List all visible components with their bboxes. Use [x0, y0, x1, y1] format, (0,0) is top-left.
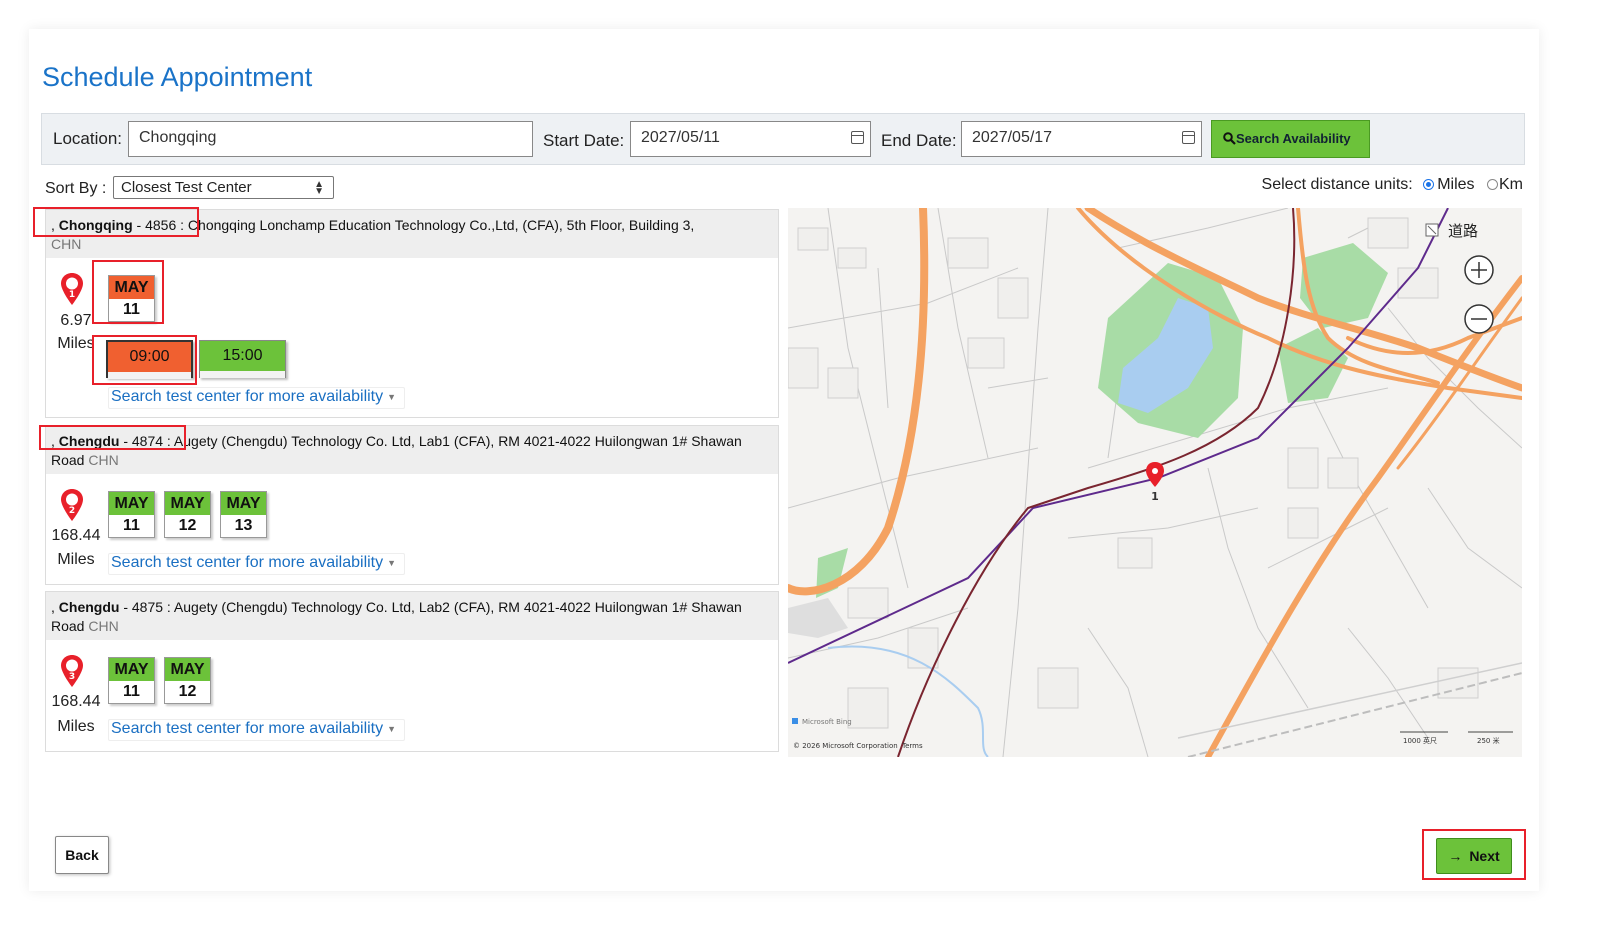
map-canvas[interactable]: 1 道路 Microsoft Bing © 2026 Microsoft Cor… — [788, 208, 1522, 757]
end-date-value: 2027/05/17 — [972, 129, 1053, 146]
zoom-in-icon[interactable] — [1464, 255, 1494, 285]
search-icon — [1223, 132, 1236, 145]
center-distance: 168.44 — [51, 527, 101, 544]
time-slot-0900[interactable]: 09:00 — [106, 340, 193, 379]
more-availability-link[interactable]: Search test center for more availability… — [108, 553, 406, 575]
svg-text:2: 2 — [69, 506, 75, 516]
start-date-input[interactable]: 2027/05/11 — [630, 121, 871, 157]
sort-label: Sort By : — [45, 180, 107, 197]
date-tile[interactable]: MAY 12 — [164, 657, 211, 704]
end-date-label: End Date: — [881, 131, 957, 150]
center-distance-unit: Miles — [57, 718, 95, 735]
map-terms-link[interactable]: Terms — [901, 742, 923, 750]
more-availability-link[interactable]: Search test center for more availability… — [108, 387, 406, 409]
map-pin-icon: 2 — [61, 489, 83, 521]
miles-radio[interactable] — [1423, 179, 1435, 191]
calendar-icon[interactable] — [1182, 131, 1195, 144]
map-pin-icon: 3 — [61, 655, 83, 687]
date-tile[interactable]: MAY 11 — [108, 491, 155, 538]
map-scale-feet: 1000 英尺 — [1403, 736, 1437, 745]
center-city: Chengdu — [58, 599, 120, 615]
svg-text:1: 1 — [69, 290, 75, 300]
page-title: Schedule Appointment — [42, 62, 313, 92]
map-scale-meters: 250 米 — [1477, 736, 1500, 745]
center-distance: 6.97 — [60, 312, 92, 329]
km-label[interactable]: Km — [1499, 176, 1523, 193]
zoom-out-icon[interactable] — [1464, 304, 1494, 334]
test-center-header: , Chongqing - 4856 : Chongqing Lonchamp … — [46, 210, 778, 258]
date-month: MAY — [109, 276, 154, 299]
test-center-header: , Chengdu - 4874 : Augety (Chengdu) Tech… — [46, 426, 778, 474]
start-date-value: 2027/05/11 — [641, 129, 720, 146]
center-city: Chengdu — [58, 433, 120, 449]
calendar-icon[interactable] — [851, 131, 864, 144]
back-button[interactable]: Back — [55, 836, 109, 874]
sort-selected-value: Closest Test Center — [121, 179, 252, 196]
location-label: Location: — [53, 129, 122, 148]
date-month: MAY — [109, 658, 154, 681]
select-arrows-icon: ▲ ▼ — [314, 179, 324, 197]
center-country: CHN — [51, 236, 82, 252]
date-month: MAY — [109, 492, 154, 515]
sort-select[interactable]: Closest Test Center ▲ ▼ — [113, 176, 334, 199]
search-availability-button[interactable]: Search Availability — [1211, 120, 1370, 158]
date-day: 12 — [178, 683, 197, 700]
next-label: Next — [1469, 848, 1500, 864]
center-code: - 4875 : — [119, 599, 171, 615]
svg-text:3: 3 — [69, 672, 75, 682]
center-distance: 168.44 — [51, 693, 101, 710]
center-country: CHN — [88, 618, 119, 634]
date-month: MAY — [165, 492, 210, 515]
date-day: 13 — [234, 517, 253, 534]
date-tile[interactable]: MAY 12 — [164, 491, 211, 538]
date-month: MAY — [221, 492, 266, 515]
date-day: 12 — [178, 517, 197, 534]
date-tile[interactable]: MAY 13 — [220, 491, 267, 538]
map-layer-label[interactable]: 道路 — [1448, 222, 1478, 240]
date-day: 11 — [123, 683, 140, 700]
date-day: 11 — [123, 517, 140, 534]
test-center-header: , Chengdu - 4875 : Augety (Chengdu) Tech… — [46, 592, 778, 640]
time-label: 09:00 — [129, 348, 170, 365]
bing-logo-icon — [792, 718, 798, 724]
dropdown-caret-icon: ▼ — [387, 391, 397, 402]
search-availability-label: Search Availability — [1236, 131, 1351, 146]
more-availability-link[interactable]: Search test center for more availability… — [108, 719, 406, 741]
date-month: MAY — [165, 658, 210, 681]
map-view[interactable]: 1 道路 Microsoft Bing © 2026 Microsoft Cor… — [788, 208, 1522, 757]
date-tile[interactable]: MAY 11 — [108, 657, 155, 704]
center-code: - 4874 : — [119, 433, 171, 449]
center-distance-unit: Miles — [57, 551, 95, 568]
center-distance-unit: Miles — [57, 335, 95, 352]
end-date-input[interactable]: 2027/05/17 — [961, 121, 1202, 157]
arrow-right-icon: → — [1448, 848, 1463, 864]
distance-units: Select distance units: Miles Km — [1262, 176, 1523, 194]
distance-units-label: Select distance units: — [1261, 176, 1413, 193]
km-radio[interactable] — [1487, 179, 1498, 191]
dropdown-caret-icon: ▼ — [387, 557, 397, 568]
search-bar: Location: Chongqing Start Date: 2027/05/… — [41, 113, 1525, 165]
test-center-card: , Chengdu - 4874 : Augety (Chengdu) Tech… — [45, 425, 779, 585]
map-brand: Microsoft Bing — [802, 718, 852, 726]
map-copyright: © 2026 Microsoft Corporation — [793, 742, 898, 750]
time-label: 15:00 — [222, 347, 263, 364]
time-slot-1500[interactable]: 15:00 — [199, 340, 286, 378]
map-pin-label: 1 — [1151, 490, 1159, 503]
location-input[interactable]: Chongqing — [128, 121, 533, 157]
miles-label[interactable]: Miles — [1437, 176, 1474, 193]
date-tile[interactable]: MAY 11 — [108, 275, 155, 322]
center-country: CHN — [88, 452, 119, 468]
date-day: 11 — [123, 301, 140, 318]
start-date-label: Start Date: — [543, 131, 625, 150]
test-center-card: , Chengdu - 4875 : Augety (Chengdu) Tech… — [45, 591, 779, 752]
center-address: Chongqing Lonchamp Education Technology … — [184, 217, 695, 233]
next-button[interactable]: → Next — [1436, 838, 1512, 874]
map-pin-icon: 1 — [61, 273, 83, 305]
dropdown-caret-icon: ▼ — [387, 723, 397, 734]
center-code: - 4856 : — [132, 217, 185, 233]
center-city: Chongqing — [58, 217, 133, 233]
test-center-card: , Chongqing - 4856 : Chongqing Lonchamp … — [45, 209, 779, 418]
